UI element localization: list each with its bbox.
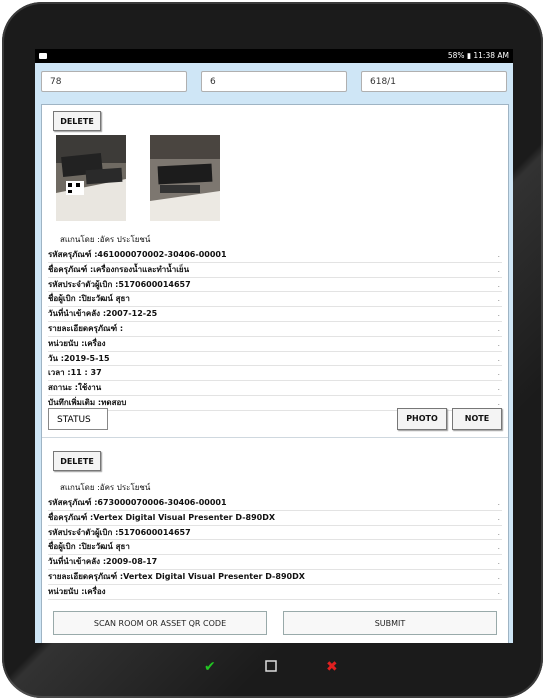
scanned-by-text: สแกนโดย :อัคร ประโยชน์ xyxy=(60,483,151,492)
app-screen: 58% ▮ 11:38 AM 78 6 618/1 DELETE สแกนโดย… xyxy=(35,49,513,643)
scan-qr-button[interactable]: SCAN ROOM OR ASSET QR CODE xyxy=(53,611,267,635)
status-bar: 58% ▮ 11:38 AM xyxy=(35,49,513,63)
requester-id-row: รหัสประจำตัวผู้เบิก :5170600014657. xyxy=(48,278,502,293)
asset-name-row: ชื่อครุภัณฑ์ :Vertex Digital Visual Pres… xyxy=(48,511,502,526)
floor-field[interactable]: 6 xyxy=(201,71,347,92)
room-field[interactable]: 618/1 xyxy=(361,71,507,92)
check-icon[interactable]: ✔ xyxy=(204,659,216,675)
status-row: สถานะ :ใช้งาน. xyxy=(48,381,502,396)
submit-button[interactable]: SUBMIT xyxy=(283,611,497,635)
photo-button[interactable]: PHOTO xyxy=(397,408,447,430)
delete-button[interactable]: DELETE xyxy=(53,451,101,471)
asset-name-row: ชื่อครุภัณฑ์ :เครื่องกรองน้ำและทำน้ำเย็น… xyxy=(48,263,502,278)
device-nav-bar: ✔ ✖ xyxy=(0,655,545,685)
requester-name-row: ชื่อผู้เบิก :ปิยะวัฒน์ สุธา. xyxy=(48,540,502,556)
date-row: วัน :2019-5-15. xyxy=(48,352,502,367)
requester-name-row: ชื่อผู้เบิก :ปิยะวัฒน์ สุธา. xyxy=(48,292,502,308)
scanned-by-text: สแกนโดย :อัคร ประโยชน์ xyxy=(60,235,151,244)
app-notification-icon xyxy=(39,49,47,63)
asset-code-row: รหัสครุภัณฑ์ :673000070006-30406-00001. xyxy=(48,496,502,511)
inputs-row: 78 6 618/1 xyxy=(41,71,507,94)
asset-photo-1[interactable] xyxy=(56,135,126,221)
asset-code-row: รหัสครุภัณฑ์ :461000070002-30406-00001. xyxy=(48,248,502,263)
asset-detail-row: รายละเอียดครุภัณฑ์ :Vertex Digital Visua… xyxy=(48,570,502,585)
delete-button[interactable]: DELETE xyxy=(53,111,101,131)
asset-info-list: รหัสครุภัณฑ์ :673000070006-30406-00001. … xyxy=(48,496,502,600)
record-divider xyxy=(42,437,508,438)
record-card-1: DELETE สแกนโดย:อัคร ประโยชน์ รหัสครุภัณ… xyxy=(42,105,508,491)
status-dropdown[interactable]: STATUS xyxy=(48,408,108,430)
requester-id-row: รหัสประจำตัวผู้เบิก :5170600014657. xyxy=(48,526,502,541)
photo-image xyxy=(150,135,220,221)
status-bar-right: 58% ▮ 11:38 AM xyxy=(447,51,509,60)
building-field[interactable]: 78 xyxy=(41,71,187,92)
unit-row: หน่วยนับ :เครื่อง. xyxy=(48,337,502,352)
action-bar: SCAN ROOM OR ASSET QR CODE SUBMIT xyxy=(41,611,507,639)
asset-photo-2[interactable] xyxy=(150,135,220,221)
asset-detail-row: รายละเอียดครุภัณฑ์ :. xyxy=(48,322,502,337)
note-button[interactable]: NOTE xyxy=(452,408,502,430)
photo-image xyxy=(56,135,126,221)
import-date-row: วันที่นำเข้าคลัง :2009-08-17. xyxy=(48,555,502,570)
home-square-icon[interactable] xyxy=(265,660,277,676)
time-row: เวลา :11 : 37. xyxy=(48,366,502,382)
unit-row: หน่วยนับ :เครื่อง. xyxy=(48,585,502,600)
import-date-row: วันที่นำเข้าคลัง :2007-12-25. xyxy=(48,307,502,322)
asset-info-list: รหัสครุภัณฑ์ :461000070002-30406-00001. … xyxy=(48,248,502,411)
close-icon[interactable]: ✖ xyxy=(326,659,338,675)
records-panel[interactable]: DELETE สแกนโดย:อัคร ประโยชน์ รหัสครุภัณ… xyxy=(41,104,509,643)
